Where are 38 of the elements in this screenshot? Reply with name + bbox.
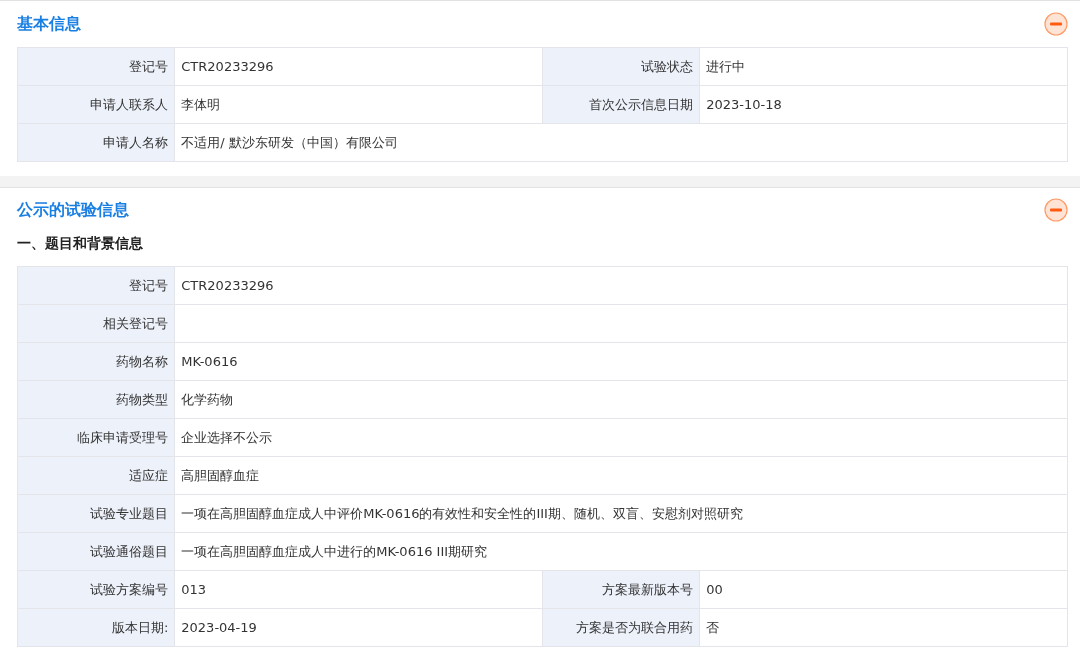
- field-label: 申请人名称: [17, 123, 175, 162]
- field-value: 不适用/ 默沙东研发（中国）有限公司: [174, 123, 1068, 162]
- field-label: 登记号: [17, 47, 175, 86]
- field-value: 一项在高胆固醇血症成人中评价MK-0616的有效性和安全性的III期、随机、双盲、安慰剂对照研究: [174, 494, 1068, 533]
- field-value: 高胆固醇血症: [174, 456, 1068, 495]
- field-value: 企业选择不公示: [174, 418, 1068, 457]
- field-value: 2023-10-18: [699, 85, 1068, 124]
- field-label: 方案是否为联合用药: [542, 608, 700, 647]
- field-value: CTR20233296: [174, 266, 1068, 305]
- group-heading: 一、题目和背景信息: [17, 234, 144, 253]
- field-value: 进行中: [699, 47, 1068, 86]
- field-label: 试验通俗题目: [17, 532, 175, 571]
- field-value: 013: [174, 570, 543, 609]
- field-value: MK-0616: [174, 342, 1068, 381]
- field-value: 否: [699, 608, 1068, 647]
- field-value: 00: [699, 570, 1068, 609]
- collapse-icon[interactable]: [1044, 198, 1068, 222]
- field-value: 2023-04-19: [174, 608, 543, 647]
- field-label: 相关登记号: [17, 304, 175, 343]
- field-value: 李体明: [174, 85, 543, 124]
- section-title: 公示的试验信息: [17, 199, 129, 221]
- field-label: 版本日期:: [17, 608, 175, 647]
- field-value: 一项在高胆固醇血症成人中进行的MK-0616 III期研究: [174, 532, 1068, 571]
- field-value: CTR20233296: [174, 47, 543, 86]
- field-label: 药物类型: [17, 380, 175, 419]
- field-label: 药物名称: [17, 342, 175, 381]
- field-label: 登记号: [17, 266, 175, 305]
- section-title: 基本信息: [17, 13, 81, 35]
- field-label: 试验状态: [542, 47, 700, 86]
- field-value: 化学药物: [174, 380, 1068, 419]
- field-label: 临床申请受理号: [17, 418, 175, 457]
- field-label: 试验专业题目: [17, 494, 175, 533]
- field-label: 方案最新版本号: [542, 570, 700, 609]
- field-label: 首次公示信息日期: [542, 85, 700, 124]
- field-label: 适应症: [17, 456, 175, 495]
- field-label: 申请人联系人: [17, 85, 175, 124]
- collapse-icon[interactable]: [1044, 12, 1068, 36]
- field-label: 试验方案编号: [17, 570, 175, 609]
